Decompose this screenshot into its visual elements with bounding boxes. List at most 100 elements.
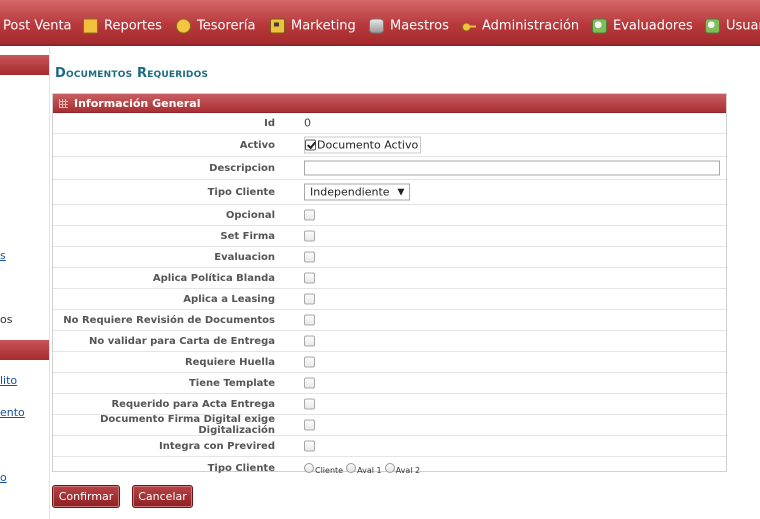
form-row-id: Id 0 bbox=[53, 113, 726, 134]
form-row-no-revision: No Requiere Revisión de Documentos bbox=[53, 310, 726, 331]
field-label: Aplica Política Blanda bbox=[152, 272, 275, 284]
form-row-leasing: Aplica a Leasing bbox=[53, 289, 726, 310]
sidebar-link[interactable]: s bbox=[0, 249, 6, 262]
top-menu-bar: Post Venta Reportes Tesorería Marketing … bbox=[0, 0, 760, 46]
sidebar-section-header bbox=[0, 55, 49, 75]
activo-checkbox[interactable] bbox=[305, 139, 316, 151]
menu-item-label: Maestros bbox=[390, 18, 449, 34]
sidebar-section-header bbox=[0, 340, 49, 360]
menu-item-maestros[interactable]: Maestros bbox=[369, 18, 449, 34]
no-revision-checkbox[interactable] bbox=[304, 314, 315, 326]
form-row-firma-digital: Documento Firma Digital exige Digitaliza… bbox=[53, 414, 726, 436]
field-label: Requerido para Acta Entrega bbox=[111, 398, 275, 410]
evaluacion-checkbox[interactable] bbox=[304, 251, 315, 263]
book-icon bbox=[83, 18, 98, 34]
caret-down-icon: ▼ bbox=[397, 187, 405, 197]
radio-label: Aval 2 bbox=[395, 466, 421, 475]
select-value: Independiente bbox=[310, 185, 390, 199]
menu-item-usuarios[interactable]: Usuar bbox=[705, 18, 760, 34]
form-row-opcional: Opcional bbox=[53, 205, 726, 226]
field-label: Evaluacion bbox=[214, 251, 275, 263]
previred-checkbox[interactable] bbox=[304, 440, 315, 452]
template-checkbox[interactable] bbox=[304, 377, 315, 389]
field-label: Tiene Template bbox=[188, 377, 275, 389]
menu-item-label: Post Venta bbox=[3, 18, 72, 34]
set-firma-checkbox[interactable] bbox=[304, 230, 315, 242]
form-row-previred: Integra con Previred bbox=[53, 436, 726, 457]
form-row-activo: Activo Documento Activo bbox=[53, 134, 726, 157]
radio-button[interactable] bbox=[384, 463, 395, 473]
menu-item-label: Administración bbox=[482, 18, 580, 34]
radio-label: Cliente bbox=[315, 466, 344, 475]
politica-blanda-checkbox[interactable] bbox=[304, 272, 315, 284]
form-row-tipo-cliente-select: Tipo Cliente Independiente ▼ bbox=[53, 180, 726, 205]
menu-item-tesoreria[interactable]: Tesorería bbox=[176, 18, 255, 34]
activo-field: Documento Activo bbox=[304, 136, 422, 154]
field-label: Aplica a Leasing bbox=[183, 293, 275, 305]
firma-digital-checkbox[interactable] bbox=[304, 419, 315, 431]
grid-icon bbox=[59, 98, 68, 108]
coin-icon bbox=[176, 18, 191, 34]
tipo-cliente-field: Independiente ▼ bbox=[304, 183, 411, 201]
field-label: Requiere Huella bbox=[184, 356, 275, 368]
field-label: Tipo Cliente bbox=[207, 462, 275, 474]
panel-header: Información General bbox=[53, 94, 726, 113]
huella-checkbox[interactable] bbox=[304, 356, 315, 368]
descripcion-field bbox=[304, 160, 720, 176]
sidebar-link[interactable]: o bbox=[0, 471, 7, 484]
form-row-descripcion: Descripcion bbox=[53, 157, 726, 180]
cancel-button[interactable]: Cancelar bbox=[132, 485, 193, 508]
form-row-set-firma: Set Firma bbox=[53, 226, 726, 247]
sidebar-link[interactable]: lito bbox=[0, 374, 17, 387]
evaluator-icon bbox=[705, 18, 720, 34]
field-label: No validar para Carta de Entrega bbox=[88, 335, 275, 347]
field-label: Tipo Cliente bbox=[207, 186, 275, 198]
page-title: Documentos Requeridos bbox=[55, 66, 209, 81]
radio-option-aval-2[interactable]: Aval 2 bbox=[384, 463, 421, 475]
menu-item-label: Usuar bbox=[726, 18, 760, 34]
no-validar-carta-checkbox[interactable] bbox=[304, 335, 315, 347]
radio-label: Aval 1 bbox=[357, 466, 382, 475]
form-row-acta-entrega: Requerido para Acta Entrega bbox=[53, 394, 726, 415]
field-label: No Requiere Revisión de Documentos bbox=[63, 314, 275, 326]
activo-checkbox-group[interactable]: Documento Activo bbox=[304, 136, 422, 154]
opcional-checkbox[interactable] bbox=[304, 209, 315, 221]
field-label: Descripcion bbox=[209, 162, 275, 174]
monitor-icon bbox=[270, 18, 285, 34]
panel-title: Información General bbox=[74, 96, 201, 110]
sidebar-link[interactable]: ento bbox=[0, 406, 25, 419]
form-row-politica-blanda: Aplica Política Blanda bbox=[53, 268, 726, 289]
general-info-panel: Información General Id 0 Activo Document… bbox=[52, 93, 727, 475]
field-label: Documento Firma Digital exige Digitaliza… bbox=[100, 414, 275, 436]
sidebar-text: os bbox=[0, 313, 13, 326]
acta-entrega-checkbox[interactable] bbox=[304, 398, 315, 410]
leasing-checkbox[interactable] bbox=[304, 293, 315, 305]
form-row-evaluacion: Evaluacion bbox=[53, 247, 726, 268]
field-label: Activo bbox=[239, 139, 275, 151]
evaluator-icon bbox=[592, 18, 607, 34]
menu-item-administracion[interactable]: Administración bbox=[462, 19, 579, 34]
menu-item-marketing[interactable]: Marketing bbox=[270, 18, 356, 34]
form-row-no-validar-carta: No validar para Carta de Entrega bbox=[53, 331, 726, 352]
radio-button[interactable] bbox=[304, 463, 314, 473]
descripcion-input[interactable] bbox=[304, 160, 720, 176]
tipo-cliente-select[interactable]: Independiente ▼ bbox=[304, 183, 411, 201]
database-icon bbox=[369, 18, 384, 34]
menu-item-post-venta[interactable]: Post Venta bbox=[3, 19, 72, 34]
confirm-button[interactable]: Confirmar bbox=[52, 485, 120, 508]
menu-item-reportes[interactable]: Reportes bbox=[83, 18, 162, 34]
menu-item-label: Evaluadores bbox=[613, 18, 693, 34]
key-icon bbox=[462, 22, 476, 31]
field-label: Integra con Previred bbox=[159, 440, 275, 452]
radio-option-aval-1[interactable]: Aval 1 bbox=[346, 463, 382, 475]
form-row-template: Tiene Template bbox=[53, 373, 726, 394]
radio-button[interactable] bbox=[346, 463, 357, 473]
sidebar-divider bbox=[49, 47, 50, 519]
activo-checkbox-label: Documento Activo bbox=[317, 138, 419, 152]
menu-item-evaluadores[interactable]: Evaluadores bbox=[592, 18, 693, 34]
radio-option-cliente[interactable]: Cliente bbox=[304, 463, 344, 475]
form-row-huella: Requiere Huella bbox=[53, 352, 726, 373]
tipo-cliente-radio-group: Cliente Aval 1 Aval 2 bbox=[304, 463, 423, 475]
menu-item-label: Reportes bbox=[104, 18, 162, 34]
menu-item-label: Marketing bbox=[291, 18, 356, 34]
